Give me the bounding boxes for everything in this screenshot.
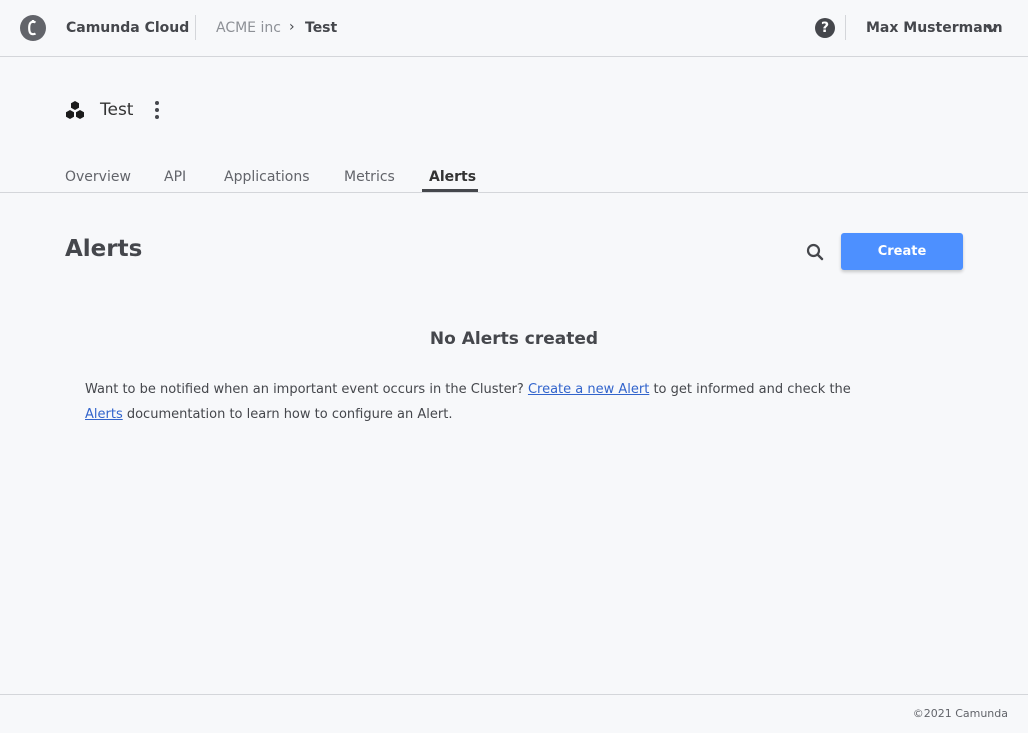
tab-bar: Overview API Applications Metrics Alerts — [0, 165, 1028, 193]
header-divider-right — [845, 15, 846, 40]
user-menu[interactable]: Max Mustermann — [866, 20, 1003, 36]
tab-applications[interactable]: Applications — [224, 169, 310, 185]
cluster-icon — [66, 101, 84, 119]
header-divider — [195, 15, 196, 40]
tab-overview[interactable]: Overview — [65, 169, 131, 185]
breadcrumb-current: Test — [305, 20, 338, 36]
page-title: Alerts — [65, 236, 143, 262]
kebab-menu-icon[interactable] — [150, 99, 164, 121]
empty-text-part2: to get informed and check the — [649, 382, 851, 397]
create-alert-link[interactable]: Create a new Alert — [528, 382, 649, 397]
tab-api[interactable]: API — [164, 169, 186, 185]
top-header: Camunda Cloud ACME inc › Test ? Max Must… — [0, 0, 1028, 57]
empty-state-title: No Alerts created — [429, 329, 599, 349]
camunda-logo-icon[interactable] — [20, 15, 46, 41]
empty-text-part3: documentation to learn how to configure … — [122, 407, 453, 422]
brand-name[interactable]: Camunda Cloud — [66, 20, 189, 36]
cluster-title: Test — [100, 100, 134, 120]
empty-state-text: Want to be notified when an important ev… — [85, 377, 885, 427]
alerts-docs-link[interactable]: Alerts — [85, 407, 123, 422]
create-button[interactable]: Create — [841, 233, 963, 270]
tab-metrics[interactable]: Metrics — [344, 169, 395, 185]
tab-alerts[interactable]: Alerts — [429, 169, 476, 185]
active-tab-indicator — [422, 189, 478, 192]
chevron-down-icon[interactable] — [984, 22, 1000, 36]
help-icon[interactable]: ? — [815, 18, 835, 38]
breadcrumb-separator: › — [289, 19, 295, 35]
copyright: ©2021 Camunda — [912, 707, 1008, 720]
breadcrumb-org[interactable]: ACME inc — [216, 20, 281, 36]
empty-text-part1: Want to be notified when an important ev… — [85, 382, 528, 397]
search-icon[interactable] — [805, 242, 825, 262]
footer: ©2021 Camunda — [0, 694, 1028, 733]
